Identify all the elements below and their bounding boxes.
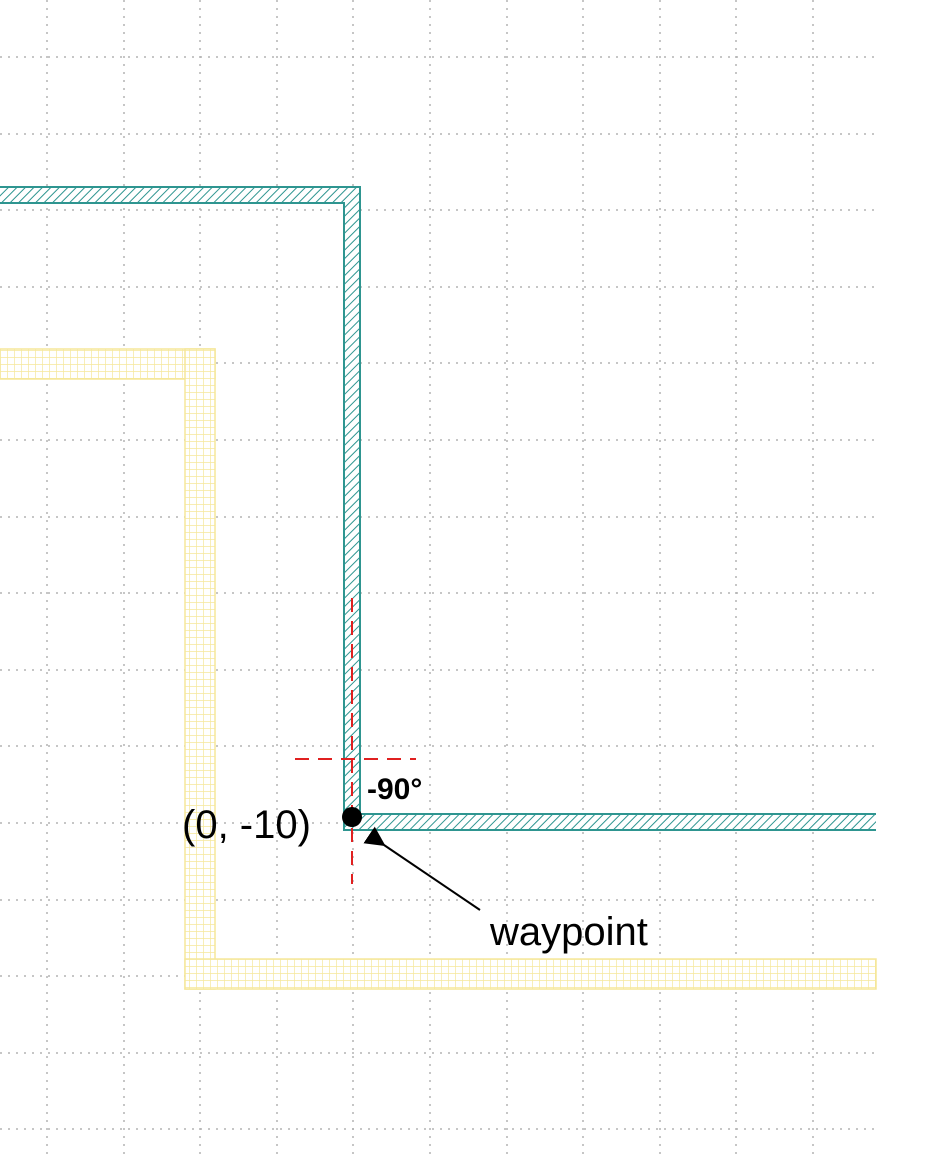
teal-path bbox=[0, 186, 876, 831]
waypoint-marker bbox=[342, 807, 362, 827]
teal-path-bottom-segment bbox=[344, 814, 876, 830]
yellow-path-inner-edge bbox=[0, 378, 876, 960]
waypoint-label: waypoint bbox=[489, 910, 648, 954]
yellow-path-top-segment bbox=[0, 348, 216, 380]
teal-path-vertical-segment bbox=[344, 187, 360, 830]
teal-path-outer-edge bbox=[0, 186, 876, 815]
teal-path-top-segment bbox=[0, 187, 360, 203]
coordinate-label: (0, -10) bbox=[182, 803, 311, 847]
yellow-path bbox=[0, 348, 877, 990]
waypoint-diagram: -90° (0, -10) waypoint bbox=[0, 0, 877, 1159]
yellow-path-bottom-segment bbox=[184, 958, 877, 990]
angle-label: -90° bbox=[367, 773, 422, 806]
yellow-path-vertical-segment bbox=[184, 348, 216, 990]
